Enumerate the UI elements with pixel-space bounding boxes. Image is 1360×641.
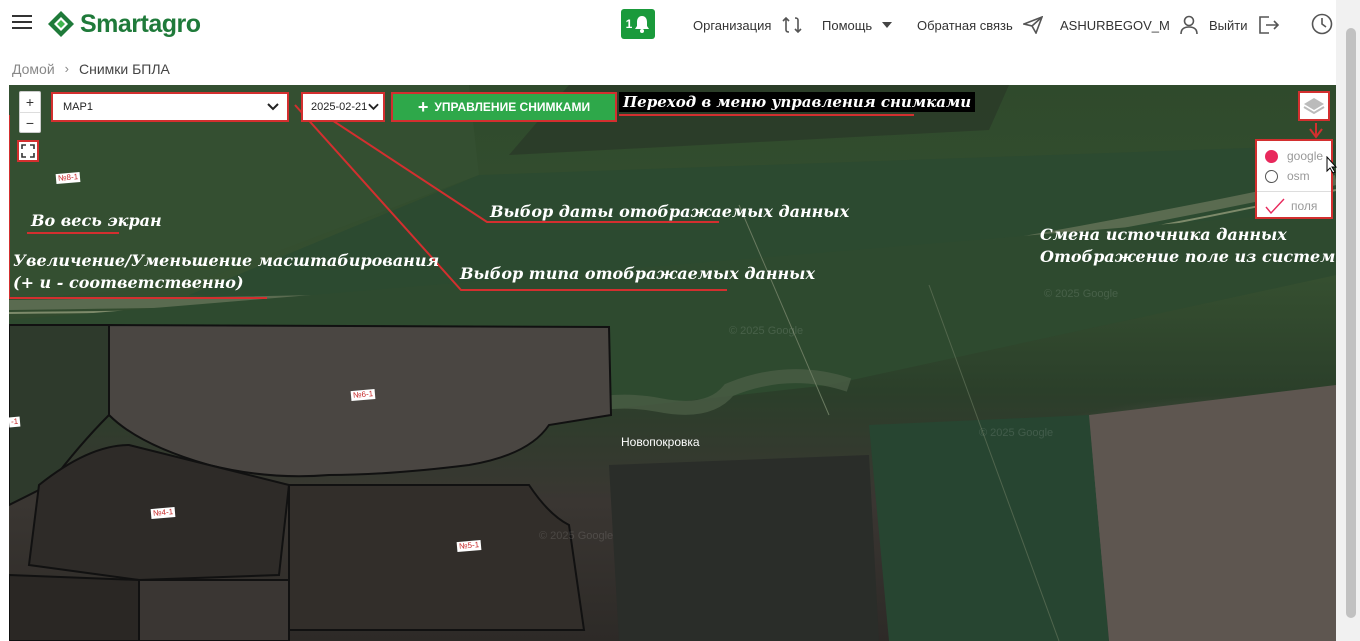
feedback-menu[interactable]: Обратная связь xyxy=(917,12,1043,38)
organization-menu[interactable]: Организация xyxy=(693,12,803,38)
annotation-source-line1: Смена источника данных xyxy=(1040,225,1287,244)
layer-divider xyxy=(1257,191,1331,192)
layer-type-select[interactable]: MAP1 xyxy=(51,92,289,122)
notifications-button[interactable]: 1 xyxy=(621,9,655,39)
logout-button[interactable]: Выйти xyxy=(1209,12,1280,38)
annotation-source-line2: Отображение поле из системы xyxy=(1040,247,1336,266)
manage-images-button[interactable]: + УПРАВЛЕНИЕ СНИМКАМИ xyxy=(391,92,617,122)
chevron-right-icon: › xyxy=(64,61,69,76)
annotation-type: Выбор типа отображаемых данных xyxy=(460,264,815,283)
brand-name: Smartagro xyxy=(80,9,201,38)
annotation-manage: Переход в меню управления снимками xyxy=(619,92,976,112)
layer-type-value: MAP1 xyxy=(63,101,93,113)
layer-option-google-label: google xyxy=(1287,149,1324,163)
date-select[interactable]: 2025-02-21 xyxy=(301,92,385,122)
logout-icon xyxy=(1258,16,1279,34)
layer-switcher-panel: google osm поля xyxy=(1255,139,1333,219)
clock-icon[interactable] xyxy=(1311,13,1333,35)
map-canvas[interactable]: Новопокровка © 2025 Google © 2025 Google… xyxy=(9,85,1336,641)
checkmark-icon[interactable] xyxy=(1265,198,1285,214)
chevron-down-icon xyxy=(368,103,379,111)
fullscreen-button[interactable] xyxy=(17,140,39,162)
annotation-lines xyxy=(9,104,1323,299)
radio-selected-icon[interactable] xyxy=(1265,149,1278,163)
annotation-fullscreen: Во весь экран xyxy=(31,211,162,230)
radio-unselected-icon[interactable] xyxy=(1265,169,1278,183)
layer-option-fields[interactable]: поля xyxy=(1257,196,1331,216)
caret-down-icon xyxy=(882,22,893,28)
date-value: 2025-02-21 xyxy=(311,101,368,113)
layers-icon xyxy=(1303,98,1325,115)
user-menu[interactable]: ASHURBEGOV_M xyxy=(1060,12,1198,38)
annotation-zoom-line1: Увеличение/Уменьшение масштабирования xyxy=(13,251,440,270)
mouse-cursor-icon xyxy=(1326,156,1338,174)
annotation-date: Выбор даты отображаемых данных xyxy=(490,202,850,221)
zoom-out-button[interactable]: − xyxy=(20,112,40,132)
zoom-in-button[interactable]: + xyxy=(20,92,40,112)
breadcrumb: Домой › Снимки БПЛА xyxy=(0,52,1360,85)
brand-logo[interactable]: Smartagro xyxy=(46,9,201,39)
top-header: Smartagro 1 Организация Помощь Обратная … xyxy=(0,0,1360,52)
breadcrumb-current: Снимки БПЛА xyxy=(79,60,170,77)
hamburger-menu-icon[interactable] xyxy=(12,15,32,33)
help-label: Помощь xyxy=(822,17,873,33)
username: ASHURBEGOV_M xyxy=(1060,17,1170,33)
annotation-zoom-line2: (+ и - соответственно) xyxy=(13,273,244,292)
manage-images-label: УПРАВЛЕНИЕ СНИМКАМИ xyxy=(434,100,591,114)
breadcrumb-home-link[interactable]: Домой xyxy=(12,61,55,77)
notification-count: 1 xyxy=(625,17,633,31)
zoom-control: + − xyxy=(19,91,41,133)
layers-button[interactable] xyxy=(1298,91,1330,121)
feedback-label: Обратная связь xyxy=(917,17,1013,33)
plus-icon: + xyxy=(417,96,429,117)
layer-option-osm-label: osm xyxy=(1287,169,1310,183)
paper-plane-icon xyxy=(1022,16,1043,34)
user-icon xyxy=(1180,15,1198,35)
layer-option-fields-label: поля xyxy=(1291,199,1318,213)
layer-option-osm[interactable]: osm xyxy=(1257,166,1331,186)
swap-arrows-icon xyxy=(782,16,802,34)
logout-label: Выйти xyxy=(1209,17,1248,33)
organization-label: Организация xyxy=(693,17,772,33)
scrollbar-thumb[interactable] xyxy=(1346,28,1356,618)
bell-icon xyxy=(635,16,650,33)
help-menu[interactable]: Помощь xyxy=(822,12,893,38)
fullscreen-icon xyxy=(21,144,35,158)
smartagro-logo-icon xyxy=(48,11,74,37)
layer-option-google[interactable]: google xyxy=(1257,146,1331,166)
chevron-down-icon xyxy=(267,103,279,111)
